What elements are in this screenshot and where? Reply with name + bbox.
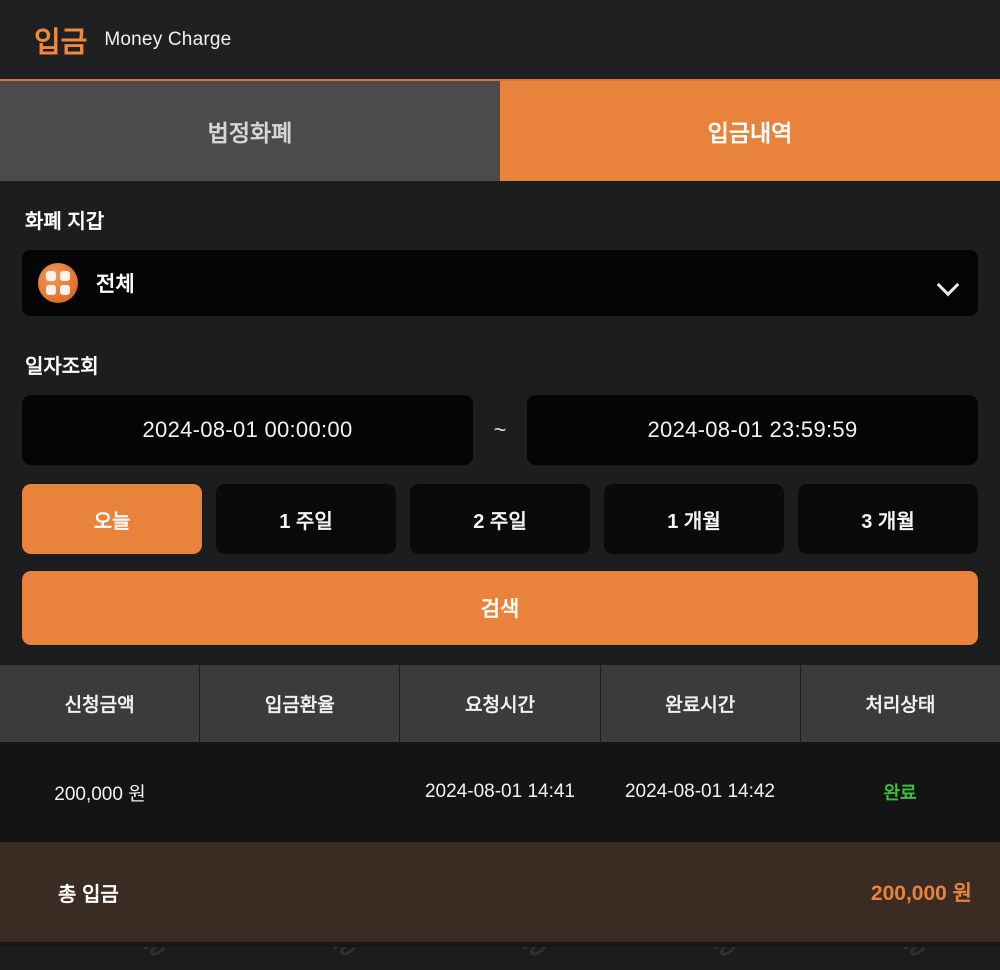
column-header-complete-time: 완료시간 — [601, 665, 801, 742]
deposit-history-table: 신청금액 입금환율 요청시간 완료시간 처리상태 200,000 원 2024-… — [0, 665, 1000, 942]
wallet-selected-value: 전체 — [96, 273, 135, 296]
tab-deposit-history[interactable]: 입금내역 — [500, 81, 1000, 181]
quick-range-1month[interactable]: 1 개월 — [604, 484, 784, 554]
cell-rate — [200, 742, 400, 842]
column-header-status: 처리상태 — [865, 695, 936, 716]
quick-range-2week-label: 2 주일 — [473, 510, 527, 533]
quick-range-3month-label: 3 개월 — [861, 510, 915, 533]
total-value: 200,000 원 — [870, 882, 972, 905]
grid-dots-icon — [38, 263, 78, 303]
quick-range-today-label: 오늘 — [93, 510, 131, 533]
quick-range-1week-label: 1 주일 — [279, 510, 333, 533]
page-header: 입금 Money Charge — [0, 0, 1000, 81]
tab-deposit-history-label: 입금내역 — [707, 120, 793, 146]
tab-fiat-currency[interactable]: 법정화폐 — [0, 81, 500, 181]
tab-bar: 법정화폐 입금내역 — [0, 81, 1000, 181]
column-header-amount: 신청금액 — [0, 665, 201, 742]
date-section-title: 일자조회 — [25, 356, 99, 378]
table-row[interactable]: 200,000 원 2024-08-01 14:41 2024-08-01 14… — [0, 742, 1000, 842]
status-badge: 완료 — [883, 783, 917, 803]
quick-range-3month[interactable]: 3 개월 — [798, 484, 978, 554]
quick-range-row: 오늘 1 주일 2 주일 1 개월 3 개월 — [22, 484, 978, 554]
page-root: 카지노카지노카지노카지노카지노카지노뱅크뱅크뱅크뱅크뱅크뱅크카지노카지노카지노카… — [0, 0, 1000, 970]
date-range-separator: ~ — [493, 417, 507, 442]
date-start-input[interactable]: 2024-08-01 00:00:00 — [22, 395, 473, 465]
total-label: 총 입금 — [58, 883, 119, 906]
column-header-request-time: 요청시간 — [400, 665, 601, 742]
search-button-label: 검색 — [480, 598, 520, 621]
panel-spacer — [0, 645, 1000, 665]
search-button[interactable]: 검색 — [22, 571, 978, 645]
page-title-en: Money Charge — [104, 28, 232, 50]
bottom-strip — [0, 942, 1000, 947]
filter-panel: 화폐 지갑 전체 일자조회 2024-08-01 00:00:00 ~ 2024… — [0, 181, 1000, 645]
quick-range-1week[interactable]: 1 주일 — [216, 484, 396, 554]
table-header-row: 신청금액 입금환율 요청시간 완료시간 처리상태 — [0, 665, 1000, 742]
date-range-row: 2024-08-01 00:00:00 ~ 2024-08-01 23:59:5… — [22, 395, 978, 465]
column-header-rate: 입금환율 — [200, 665, 401, 742]
tab-fiat-currency-label: 법정화폐 — [207, 120, 293, 146]
wallet-section-title: 화폐 지갑 — [25, 211, 105, 233]
cell-request-time: 2024-08-01 14:41 — [424, 781, 575, 802]
quick-range-today[interactable]: 오늘 — [22, 484, 202, 554]
cell-amount: 200,000 원 — [54, 783, 146, 805]
table-total-row: 총 입금 200,000 원 — [0, 842, 1000, 942]
page-title-ko: 입금 — [34, 26, 88, 59]
cell-complete-time: 2024-08-01 14:42 — [624, 781, 775, 802]
quick-range-1month-label: 1 개월 — [667, 510, 721, 533]
quick-range-2week[interactable]: 2 주일 — [410, 484, 590, 554]
chevron-down-icon[interactable] — [938, 277, 958, 289]
date-end-input[interactable]: 2024-08-01 23:59:59 — [527, 395, 978, 465]
wallet-select[interactable]: 전체 — [22, 250, 978, 316]
